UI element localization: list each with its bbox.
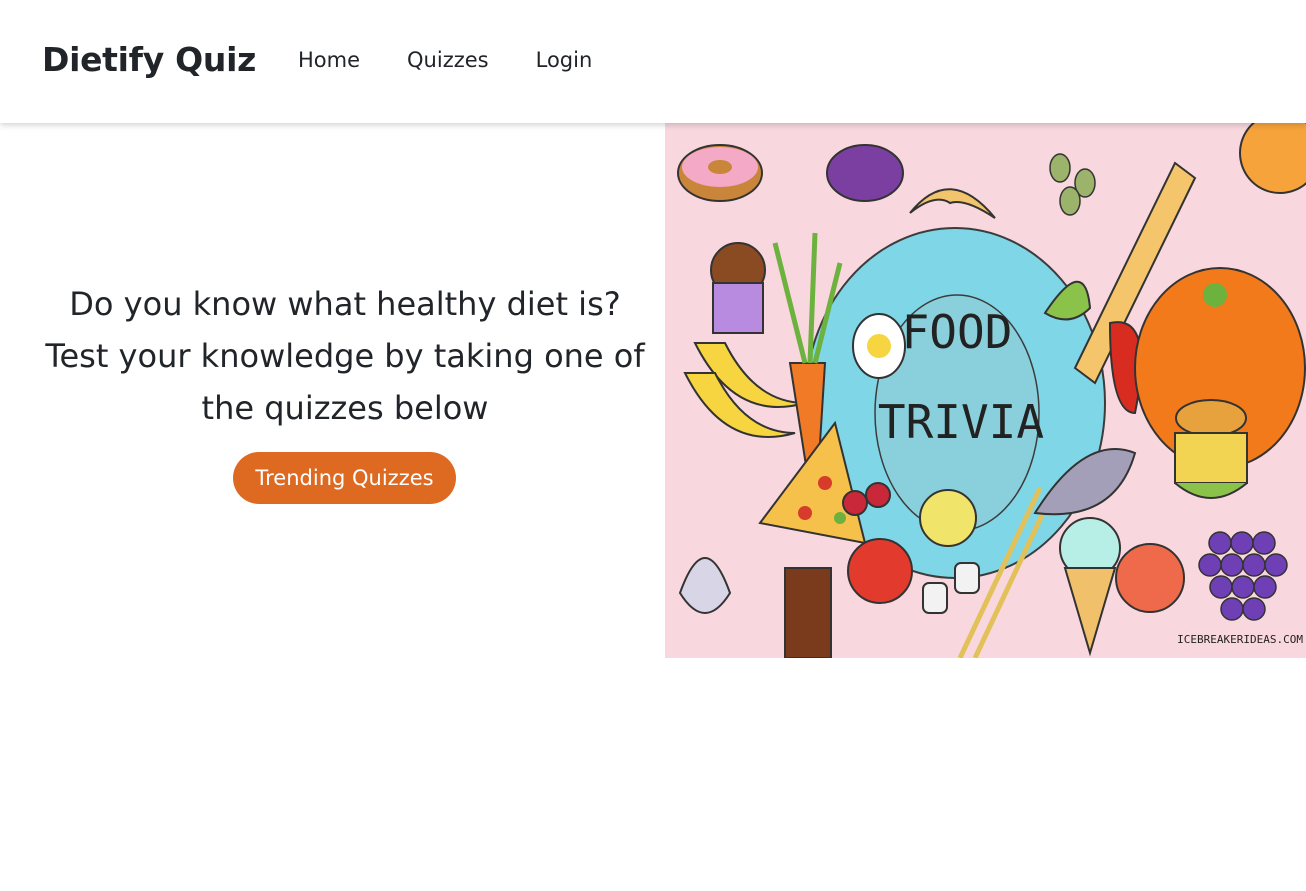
chocolate-icon — [784, 567, 832, 658]
burger-icon — [1175, 399, 1247, 437]
brand-logo[interactable]: Dietify Quiz — [42, 40, 256, 79]
nav-link-login[interactable]: Login — [536, 48, 593, 72]
eggplant-icon — [826, 144, 904, 202]
hero-heading-line-2: Test your knowledge by taking one of — [45, 337, 645, 375]
trivia-title-line-1: FOOD — [902, 305, 1013, 359]
trending-quizzes-button[interactable]: Trending Quizzes — [233, 452, 456, 504]
hero-heading-line-1: Do you know what healthy diet is? — [69, 285, 621, 323]
apple-icon — [1115, 543, 1185, 613]
hero-heading: Do you know what healthy diet is? Test y… — [40, 278, 650, 434]
food-trivia-illustration: FOOD TRIVIA ICEBREAKERIDEAS.COM — [665, 123, 1306, 658]
trivia-title-line-2: TRIVIA — [878, 395, 1044, 449]
food-trivia-graphic: FOOD TRIVIA ICEBREAKERIDEAS.COM — [665, 123, 1306, 658]
top-navbar: Dietify Quiz Home Quizzes Login — [0, 0, 1306, 123]
watermark-text: ICEBREAKERIDEAS.COM — [1177, 633, 1303, 646]
nav-links: Home Quizzes Login — [298, 48, 639, 72]
cherry-icon — [842, 490, 868, 516]
nav-link-quizzes[interactable]: Quizzes — [407, 48, 489, 72]
hero-heading-line-3: the quizzes below — [201, 389, 489, 427]
tomato-icon — [847, 538, 913, 604]
nav-link-home[interactable]: Home — [298, 48, 360, 72]
sushi-icon — [922, 582, 948, 614]
lemon-icon — [919, 489, 977, 547]
